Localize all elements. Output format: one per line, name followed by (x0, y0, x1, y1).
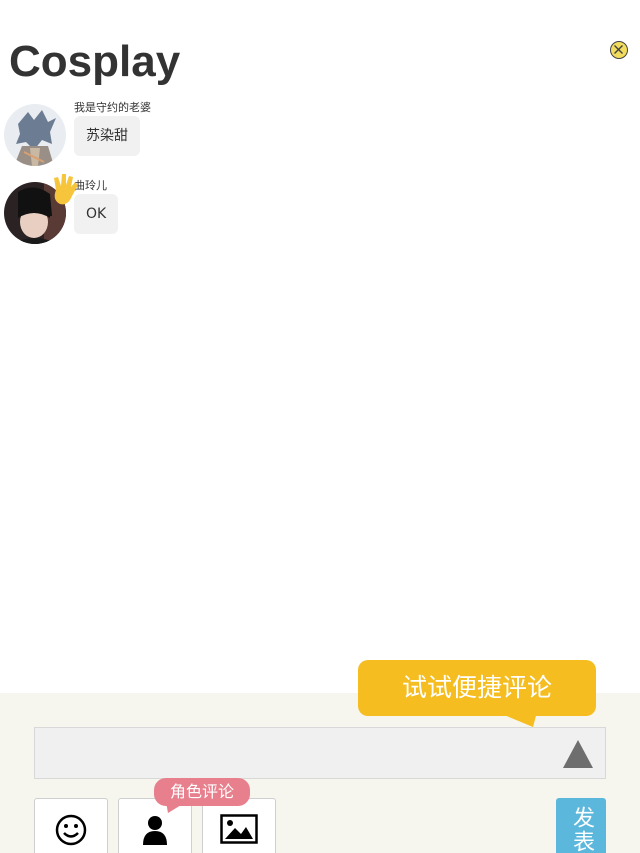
image-button[interactable] (202, 798, 276, 853)
page: Cosplay 我是守约的老婆 苏染甜 曲玲儿 OK 试试便捷评论 角色评论 发… (0, 0, 640, 853)
close-button[interactable] (610, 41, 628, 59)
emoji-button[interactable] (34, 798, 108, 853)
page-title: Cosplay (9, 37, 181, 86)
comment-input[interactable] (34, 727, 606, 779)
hand-badge-icon (50, 172, 80, 212)
avatar[interactable] (4, 104, 66, 166)
message-item: 我是守约的老婆 苏染甜 (0, 98, 400, 170)
message-bubble: OK (74, 194, 119, 234)
triangle-up-icon (563, 740, 593, 768)
expand-button[interactable] (562, 739, 594, 769)
role-tip-tail (166, 802, 186, 813)
close-circle-icon (614, 45, 623, 54)
send-button[interactable]: 发表 (556, 798, 606, 853)
message-username[interactable]: 我是守约的老婆 (74, 99, 151, 115)
smiley-icon (55, 814, 87, 846)
message-bubble: 苏染甜 (74, 116, 140, 156)
person-icon (143, 816, 167, 845)
quick-tip-tail (497, 712, 537, 727)
image-icon (220, 814, 258, 844)
avatar-image (4, 104, 66, 166)
quick-comment-tip[interactable]: 试试便捷评论 (358, 660, 596, 716)
